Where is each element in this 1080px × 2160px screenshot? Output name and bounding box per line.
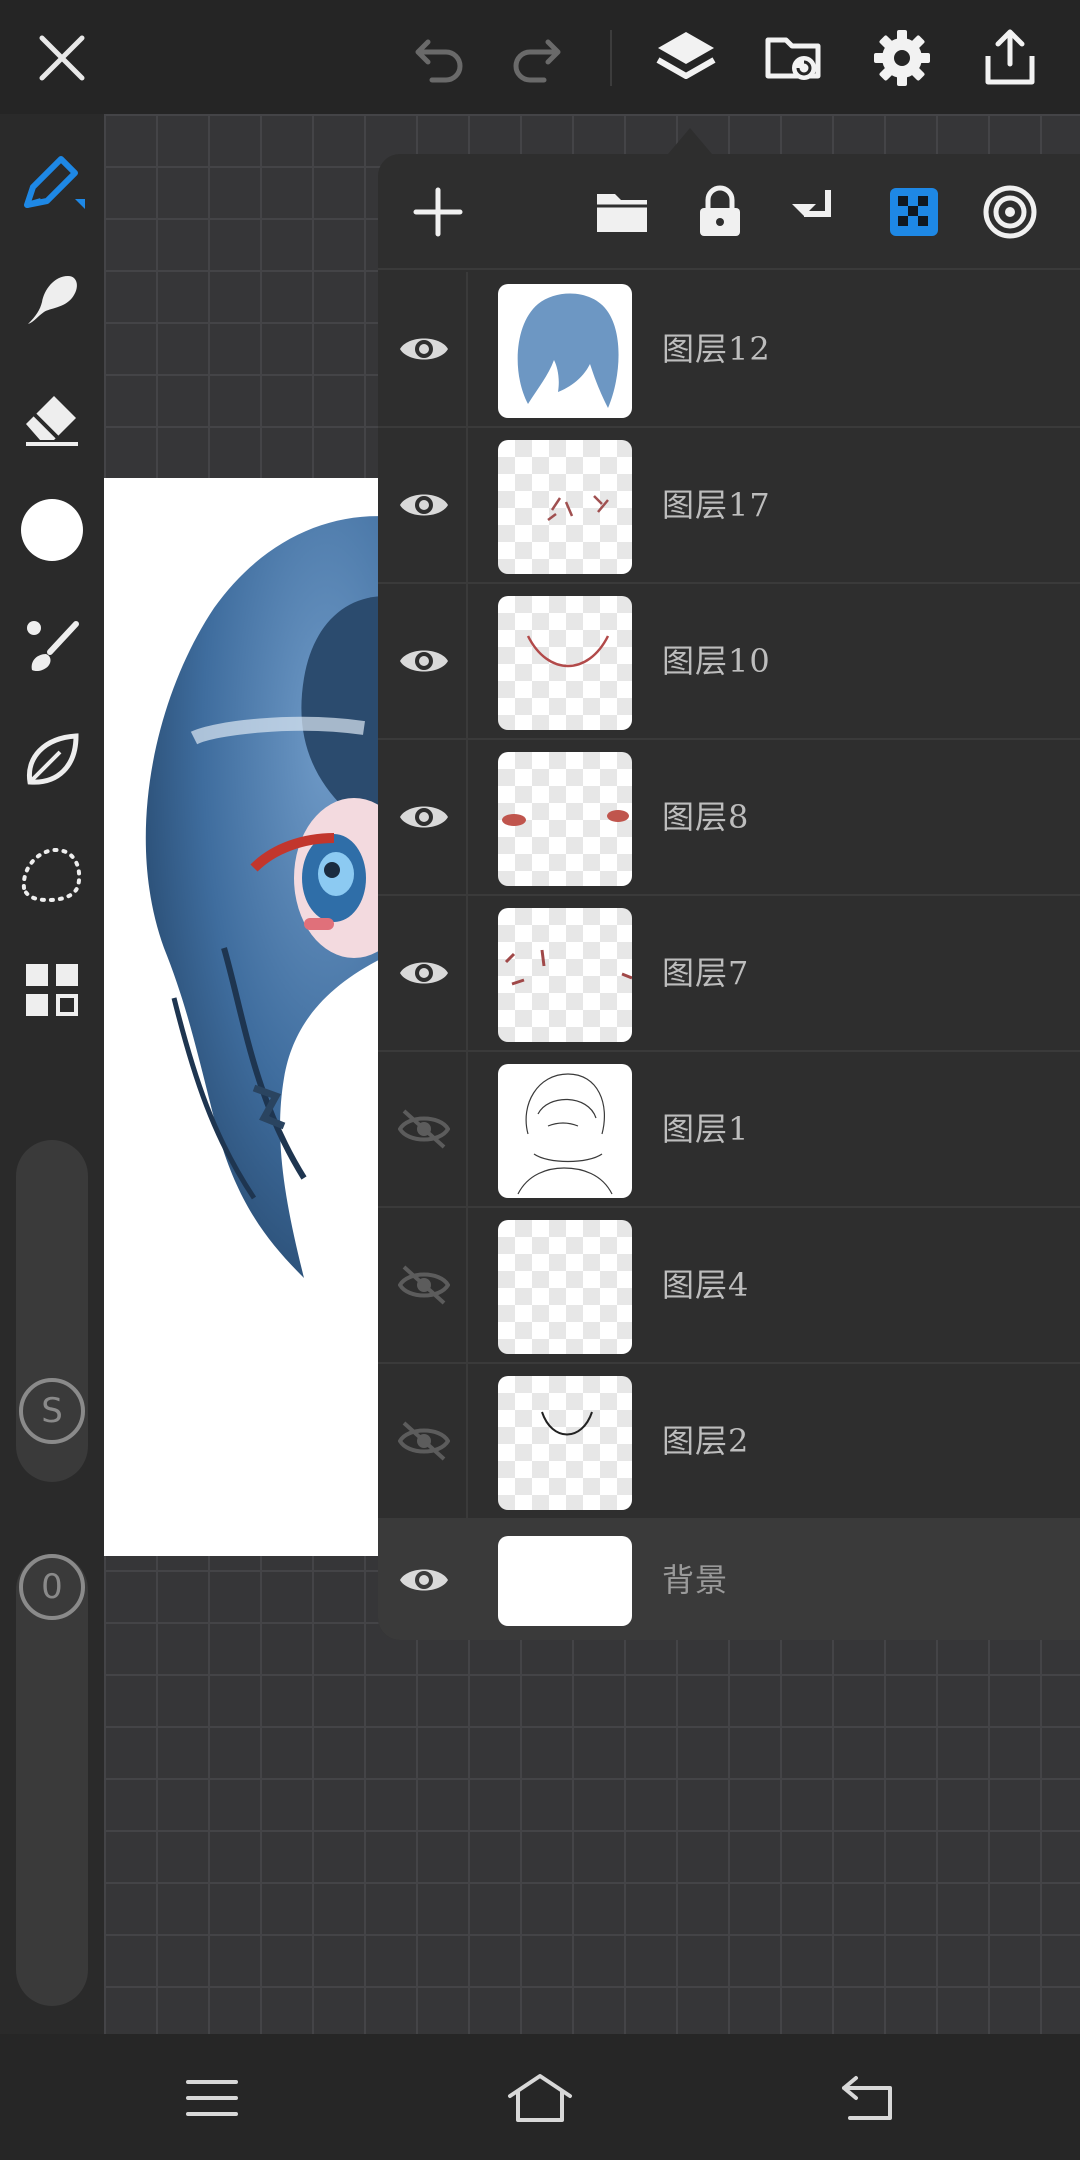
eye-icon[interactable] bbox=[398, 1556, 450, 1604]
layer-row[interactable]: 图层2 bbox=[378, 1364, 1080, 1520]
import-icon[interactable] bbox=[758, 22, 830, 94]
system-nav-bar bbox=[0, 2034, 1080, 2160]
layer-name: 图层8 bbox=[662, 798, 750, 836]
drawing-app: S 0 图层12 图层17 图层10 图层8 图层7 图层1 图层4 图层2 背… bbox=[0, 0, 1080, 2160]
add-icon[interactable] bbox=[406, 180, 470, 244]
gear-icon[interactable] bbox=[866, 22, 938, 94]
layer-thumbnail bbox=[498, 1376, 632, 1510]
layer-thumbnail bbox=[498, 908, 632, 1042]
visibility-cell bbox=[378, 272, 468, 426]
leaf-icon[interactable] bbox=[14, 722, 90, 798]
layer-row[interactable]: 图层1 bbox=[378, 1052, 1080, 1208]
layer-name: 图层10 bbox=[662, 642, 771, 680]
opacity-knob[interactable]: 0 bbox=[19, 1554, 85, 1620]
layer-thumbnail bbox=[498, 440, 632, 574]
eye-icon[interactable] bbox=[398, 637, 450, 685]
eye-icon[interactable] bbox=[398, 481, 450, 529]
home-icon[interactable] bbox=[504, 2062, 576, 2134]
eye-icon[interactable] bbox=[398, 949, 450, 997]
folder-icon[interactable] bbox=[590, 180, 654, 244]
lasso-icon[interactable] bbox=[14, 836, 90, 912]
share-icon[interactable] bbox=[974, 22, 1046, 94]
menu-icon[interactable] bbox=[176, 2062, 248, 2134]
close-icon[interactable] bbox=[26, 22, 98, 94]
transparency-lock-icon[interactable] bbox=[882, 180, 946, 244]
layer-row[interactable]: 图层10 bbox=[378, 584, 1080, 740]
toolbar-divider bbox=[610, 30, 612, 86]
layer-row[interactable]: 图层4 bbox=[378, 1208, 1080, 1364]
top-toolbar bbox=[0, 0, 1080, 114]
layer-name: 图层7 bbox=[662, 954, 750, 992]
panel-pointer bbox=[668, 128, 712, 154]
background-layer-row[interactable]: 背景 bbox=[378, 1520, 1080, 1640]
grid-icon[interactable] bbox=[14, 952, 90, 1028]
color-swatch[interactable] bbox=[14, 492, 90, 568]
layer-row[interactable]: 图层8 bbox=[378, 740, 1080, 896]
brush-size-slider[interactable]: S bbox=[16, 1140, 88, 1482]
brush-size-label: S bbox=[41, 1391, 63, 1431]
smudge-icon[interactable] bbox=[14, 262, 90, 338]
character-artwork bbox=[145, 516, 404, 1278]
layer-row[interactable]: 图层7 bbox=[378, 896, 1080, 1052]
eye-icon[interactable] bbox=[398, 325, 450, 373]
merge-down-icon[interactable] bbox=[784, 180, 848, 244]
layer-thumbnail bbox=[498, 752, 632, 886]
eye-hidden-icon[interactable] bbox=[398, 1105, 450, 1153]
visibility-cell bbox=[378, 428, 468, 582]
layer-thumbnail bbox=[498, 1536, 632, 1626]
visibility-cell bbox=[378, 740, 468, 894]
artwork-canvas[interactable] bbox=[104, 478, 404, 1556]
layer-row[interactable]: 图层17 bbox=[378, 428, 1080, 584]
layer-name: 图层4 bbox=[662, 1266, 750, 1304]
layer-row[interactable]: 图层12 bbox=[378, 272, 1080, 428]
target-icon[interactable] bbox=[978, 180, 1042, 244]
visibility-cell bbox=[378, 1364, 468, 1518]
layer-panel-toolbar bbox=[378, 154, 1080, 270]
visibility-cell bbox=[378, 1208, 468, 1362]
eraser-icon[interactable] bbox=[14, 378, 90, 454]
opacity-slider[interactable]: 0 bbox=[16, 1554, 88, 2006]
visibility-cell bbox=[378, 1052, 468, 1206]
layer-name: 图层1 bbox=[662, 1110, 750, 1148]
left-toolbar: S 0 bbox=[0, 114, 104, 2034]
brush-picker-icon[interactable] bbox=[14, 608, 90, 684]
layer-name: 图层12 bbox=[662, 330, 771, 368]
layers-icon[interactable] bbox=[650, 22, 722, 94]
layer-thumbnail bbox=[498, 1064, 632, 1198]
back-icon[interactable] bbox=[832, 2062, 904, 2134]
visibility-cell bbox=[378, 1520, 468, 1640]
layer-panel: 图层12 图层17 图层10 图层8 图层7 图层1 图层4 图层2 背景 bbox=[378, 154, 1080, 1640]
layer-name: 图层17 bbox=[662, 486, 771, 524]
layer-thumbnail bbox=[498, 596, 632, 730]
pen-icon[interactable] bbox=[14, 146, 90, 222]
layer-thumbnail bbox=[498, 1220, 632, 1354]
layer-name: 图层2 bbox=[662, 1422, 750, 1460]
eye-hidden-icon[interactable] bbox=[398, 1261, 450, 1309]
eye-hidden-icon[interactable] bbox=[398, 1417, 450, 1465]
layer-name: 背景 bbox=[662, 1561, 729, 1599]
visibility-cell bbox=[378, 584, 468, 738]
layer-thumbnail bbox=[498, 284, 632, 418]
brush-size-knob[interactable]: S bbox=[19, 1378, 85, 1444]
visibility-cell bbox=[378, 896, 468, 1050]
undo-icon[interactable] bbox=[404, 22, 476, 94]
lock-icon[interactable] bbox=[688, 180, 752, 244]
opacity-label: 0 bbox=[41, 1567, 63, 1607]
redo-icon[interactable] bbox=[500, 22, 572, 94]
eye-icon[interactable] bbox=[398, 793, 450, 841]
